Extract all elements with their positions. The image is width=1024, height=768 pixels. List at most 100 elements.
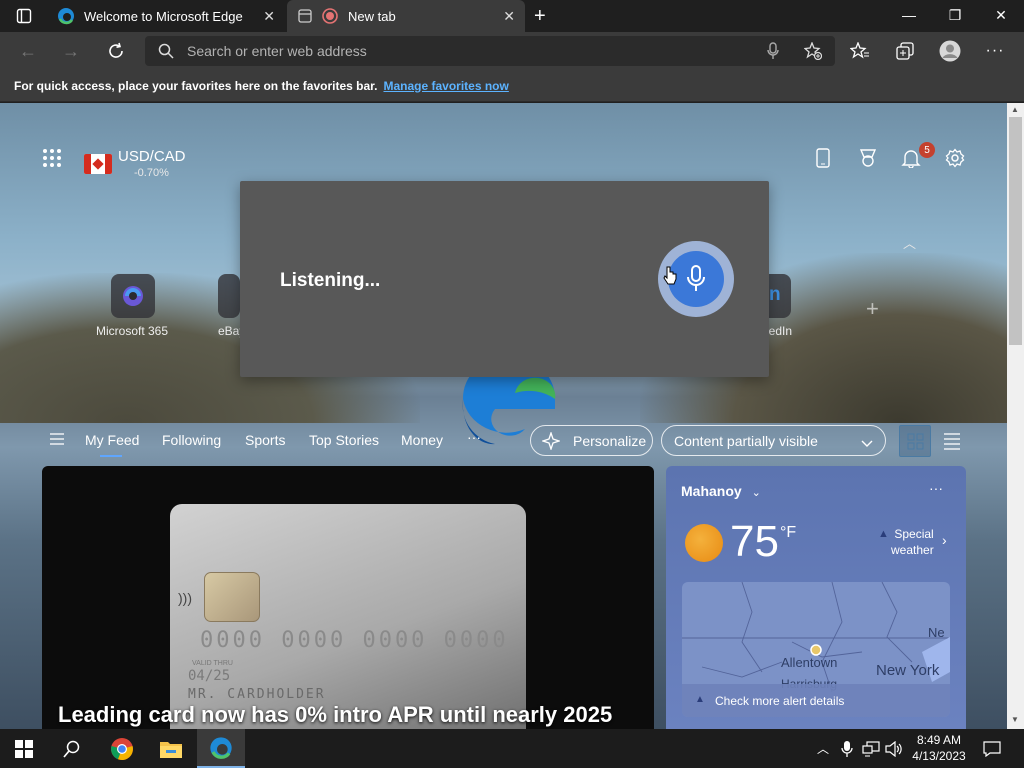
tab-actions-icon[interactable] <box>16 8 32 24</box>
system-clock[interactable]: 8:49 AM 4/13/2023 <box>906 732 972 764</box>
weather-location[interactable]: Mahanoy ⌄ <box>681 483 761 499</box>
network-icon[interactable] <box>862 729 880 768</box>
currency-change: -0.70% <box>134 167 169 179</box>
hero-headline[interactable]: Leading card now has 0% intro APR until … <box>58 702 612 728</box>
weather-card[interactable]: Mahanoy ⌄ ··· 75 °F Special weather ▲ › … <box>666 466 966 729</box>
voice-search-icon[interactable] <box>766 42 780 65</box>
more-tabs-button[interactable]: ··· <box>467 429 481 445</box>
quick-link-ebay[interactable] <box>218 274 240 318</box>
alert-icon: ▲ <box>878 528 889 540</box>
tab-my-feed[interactable]: My Feed <box>85 432 139 448</box>
notification-badge: 5 <box>919 142 935 158</box>
check-alert-details-link[interactable]: ▲ Check more alert details <box>682 684 950 717</box>
personalize-label: Personalize <box>573 432 647 449</box>
map-label-new-york: New York <box>876 662 940 679</box>
tab-welcome[interactable]: Welcome to Microsoft Edge ✕ <box>47 0 285 32</box>
recording-icon <box>322 8 338 24</box>
map-label-new-jersey-partial: Ne <box>928 625 945 640</box>
volume-icon[interactable] <box>884 729 904 768</box>
tab-money[interactable]: Money <box>401 432 443 448</box>
add-favorite-icon[interactable] <box>803 41 823 65</box>
weather-location-label: Mahanoy <box>681 483 742 499</box>
notification-center-icon <box>983 740 1001 757</box>
clock-time: 8:49 AM <box>916 733 962 747</box>
taskbar-chrome[interactable] <box>98 729 146 768</box>
taskbar-file-explorer[interactable] <box>147 729 195 768</box>
grid-view-button[interactable] <box>899 425 931 457</box>
feed-menu-icon[interactable] <box>50 432 64 448</box>
hero-news-card[interactable]: ))) 0000 0000 0000 0000 VALID THRU 04/25… <box>42 466 654 729</box>
personalize-button[interactable]: Personalize <box>530 425 653 456</box>
settings-more-button[interactable]: ··· <box>977 32 1013 70</box>
card-holder: MR. CARDHOLDER <box>188 687 326 702</box>
chrome-icon <box>111 737 133 760</box>
canada-flag-icon <box>84 154 112 174</box>
manage-favorites-link[interactable]: Manage favorites now <box>383 79 508 93</box>
voice-listening-dialog: Listening... <box>240 181 769 377</box>
weather-unit: °F <box>780 524 797 541</box>
personalize-icon <box>540 430 562 453</box>
back-button[interactable]: ← <box>10 32 46 70</box>
collections-button[interactable] <box>887 32 923 70</box>
minimize-button[interactable]: — <box>886 0 932 30</box>
restore-button[interactable]: ❐ <box>932 0 978 30</box>
scroll-down-arrow-icon[interactable]: ▼ <box>1011 715 1019 724</box>
avatar <box>939 40 961 62</box>
scrollbar-thumb[interactable] <box>1009 117 1022 345</box>
mobile-icon[interactable] <box>815 147 831 169</box>
start-button[interactable] <box>0 729 48 768</box>
favorites-icon <box>850 42 869 59</box>
tab-new-tab[interactable]: New tab ✕ <box>287 0 525 32</box>
address-input[interactable] <box>187 43 747 59</box>
taskbar-edge[interactable] <box>197 729 245 768</box>
quick-link-linkedin[interactable]: n <box>769 274 791 318</box>
profile-button[interactable] <box>932 32 968 70</box>
favorites-bar-message: For quick access, place your favorites h… <box>14 78 378 93</box>
windows-taskbar: ︿ 8:49 AM 4/13/2023 <box>0 729 1024 768</box>
close-tab-icon[interactable]: ✕ <box>503 8 515 25</box>
content-visibility-dropdown[interactable]: Content partially visible <box>661 425 886 456</box>
chevron-right-icon[interactable]: › <box>942 532 947 548</box>
check-alert-details-label: Check more alert details <box>715 693 845 708</box>
tab-following[interactable]: Following <box>162 432 221 448</box>
new-tab-plus-icon[interactable]: + <box>534 5 546 28</box>
contactless-icon: ))) <box>178 590 192 606</box>
rewards-icon[interactable] <box>858 148 878 168</box>
valid-thru-label: VALID THRU <box>192 660 233 667</box>
edge-icon <box>210 736 232 759</box>
scroll-up-arrow-icon[interactable]: ▲ <box>1011 105 1019 114</box>
page-scrollbar[interactable]: ▲ ▼ <box>1007 103 1024 729</box>
weather-more-button[interactable]: ··· <box>929 480 943 496</box>
search-icon <box>158 43 174 64</box>
address-bar[interactable] <box>145 36 835 66</box>
weather-map[interactable]: Allentown New York Harrisburg Ne ▲ Check… <box>682 582 950 717</box>
app-launcher-icon[interactable] <box>42 148 62 168</box>
weather-alert[interactable]: Special weather <box>891 526 934 558</box>
page-settings-gear-icon[interactable] <box>944 147 966 169</box>
favorites-bar: For quick access, place your favorites h… <box>0 70 1024 102</box>
collapse-chevron-up-icon[interactable]: ︿ <box>903 233 916 252</box>
tab-top-stories[interactable]: Top Stories <box>309 432 379 448</box>
sunny-icon <box>685 524 723 562</box>
quick-link-microsoft-365[interactable] <box>111 274 155 318</box>
microphone-in-use-icon[interactable] <box>838 729 856 768</box>
tab-sports[interactable]: Sports <box>245 432 285 448</box>
close-window-button[interactable]: ✕ <box>978 0 1024 30</box>
search-button[interactable] <box>48 729 96 768</box>
favorites-button[interactable] <box>842 32 878 70</box>
add-shortcut-plus-icon[interactable]: + <box>866 296 879 322</box>
close-tab-icon[interactable]: ✕ <box>263 8 275 25</box>
forward-button[interactable]: → <box>53 32 89 70</box>
refresh-button[interactable] <box>98 32 134 70</box>
listening-text: Listening... <box>280 270 381 291</box>
show-hidden-icons-chevron[interactable]: ︿ <box>814 729 832 768</box>
credit-card-image: ))) 0000 0000 0000 0000 VALID THRU 04/25… <box>170 504 526 729</box>
navigation-bar: ← → ··· <box>0 32 1024 70</box>
weather-alert-line: weather <box>891 543 934 557</box>
content-visibility-value: Content partially visible <box>674 432 818 449</box>
map-label-allentown: Allentown <box>781 655 838 670</box>
chevron-down-icon <box>861 435 873 451</box>
action-center-button[interactable] <box>978 729 1006 768</box>
list-view-icon[interactable] <box>942 432 962 450</box>
collections-icon <box>896 42 914 60</box>
